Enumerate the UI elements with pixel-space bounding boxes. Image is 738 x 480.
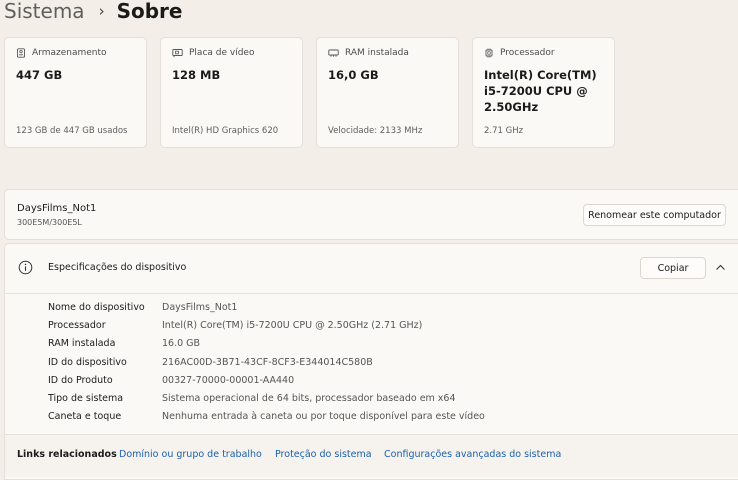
spec-value: DaysFilms_Not1: [162, 301, 238, 313]
link-system-protection[interactable]: Proteção do sistema: [275, 449, 372, 460]
video-detail: Intel(R) HD Graphics 620: [172, 126, 279, 136]
storage-detail: 123 GB de 447 GB usados: [16, 126, 128, 136]
rename-pc-button[interactable]: Renomear este computador: [583, 204, 726, 226]
spec-label: Tipo de sistema: [48, 392, 124, 404]
ram-value: 16,0 GB: [328, 68, 379, 82]
video-label: Placa de vídeo: [189, 48, 255, 58]
processor-detail: 2.71 GHz: [484, 126, 524, 136]
device-specs-title: Especificações do dispositivo: [48, 262, 187, 273]
spec-value: Intel(R) Core(TM) i5-7200U CPU @ 2.50GHz…: [162, 319, 423, 331]
spec-row-device-name: Nome do dispositivo DaysFilms_Not1: [48, 298, 237, 316]
device-name: DaysFilms_Not1: [17, 203, 97, 214]
spec-label: Caneta e toque: [48, 410, 122, 422]
processor-icon: [485, 48, 493, 58]
page-title: Sobre: [116, 0, 183, 23]
related-links-label: Links relacionados: [17, 449, 117, 460]
link-domain-workgroup[interactable]: Domínio ou grupo de trabalho: [119, 449, 262, 460]
spec-row-product-id: ID do Produto 00327-70000-00001-AA440: [48, 371, 294, 389]
device-name-section: DaysFilms_Not1 300E5M/300E5L Renomear es…: [4, 189, 738, 240]
ram-detail: Velocidade: 2133 MHz: [328, 126, 423, 136]
spec-value: 216AC00D-3B71-43CF-8CF3-E344014C580B: [162, 356, 373, 368]
video-card[interactable]: Placa de vídeo 128 MB Intel(R) HD Graphi…: [160, 37, 303, 148]
processor-value: Intel(R) Core(TM) i5-7200U CPU @ 2.50GHz: [484, 68, 597, 114]
spec-row-device-id: ID do dispositivo 216AC00D-3B71-43CF-8CF…: [48, 353, 373, 371]
spec-row-ram: RAM instalada 16.0 GB: [48, 334, 200, 352]
ram-card-header: RAM instalada: [328, 48, 409, 58]
video-value: 128 MB: [172, 68, 221, 82]
breadcrumb-separator: ›: [98, 2, 105, 20]
processor-card-header: Processador: [484, 48, 555, 58]
video-card-header: Placa de vídeo: [172, 48, 254, 58]
video-card-icon: [172, 49, 183, 58]
device-model: 300E5M/300E5L: [17, 218, 82, 227]
related-links-bar: Links relacionados Domínio ou grupo de t…: [5, 434, 738, 477]
storage-card-header: Armazenamento: [16, 48, 107, 58]
storage-card[interactable]: Armazenamento 447 GB 123 GB de 447 GB us…: [4, 37, 147, 148]
device-specs-header[interactable]: Especificações do dispositivo Copiar: [5, 244, 738, 294]
copy-button[interactable]: Copiar: [640, 257, 706, 279]
spec-label: ID do dispositivo: [48, 356, 127, 368]
spec-row-system-type: Tipo de sistema Sistema operacional de 6…: [48, 389, 456, 407]
link-advanced-system-settings[interactable]: Configurações avançadas do sistema: [384, 449, 561, 460]
spec-label: RAM instalada: [48, 337, 116, 349]
ram-icon: [328, 49, 339, 57]
breadcrumb: Sistema › Sobre: [4, 0, 182, 28]
spec-row-processor: Processador Intel(R) Core(TM) i5-7200U C…: [48, 316, 422, 334]
spec-value: Sistema operacional de 64 bits, processa…: [162, 392, 456, 404]
spec-value: Nenhuma entrada à caneta ou por toque di…: [162, 410, 485, 422]
ram-card[interactable]: RAM instalada 16,0 GB Velocidade: 2133 M…: [316, 37, 459, 148]
spec-label: Processador: [48, 319, 106, 331]
spec-label: Nome do dispositivo: [48, 301, 145, 313]
spec-value: 00327-70000-00001-AA440: [162, 374, 295, 386]
breadcrumb-sistema[interactable]: Sistema: [4, 0, 85, 23]
info-icon: [18, 260, 33, 275]
device-specs-section: Especificações do dispositivo Copiar Nom…: [4, 243, 738, 480]
ram-label: RAM instalada: [345, 48, 409, 58]
storage-label: Armazenamento: [32, 48, 107, 58]
processor-card[interactable]: Processador Intel(R) Core(TM) i5-7200U C…: [472, 37, 615, 148]
spec-value: 16.0 GB: [162, 337, 201, 349]
processor-label: Processador: [500, 48, 555, 58]
storage-value: 447 GB: [16, 68, 63, 82]
chevron-up-icon[interactable]: [715, 262, 726, 273]
storage-icon: [17, 48, 25, 58]
spec-label: ID do Produto: [48, 374, 113, 386]
spec-row-pen-touch: Caneta e toque Nenhuma entrada à caneta …: [48, 407, 485, 425]
